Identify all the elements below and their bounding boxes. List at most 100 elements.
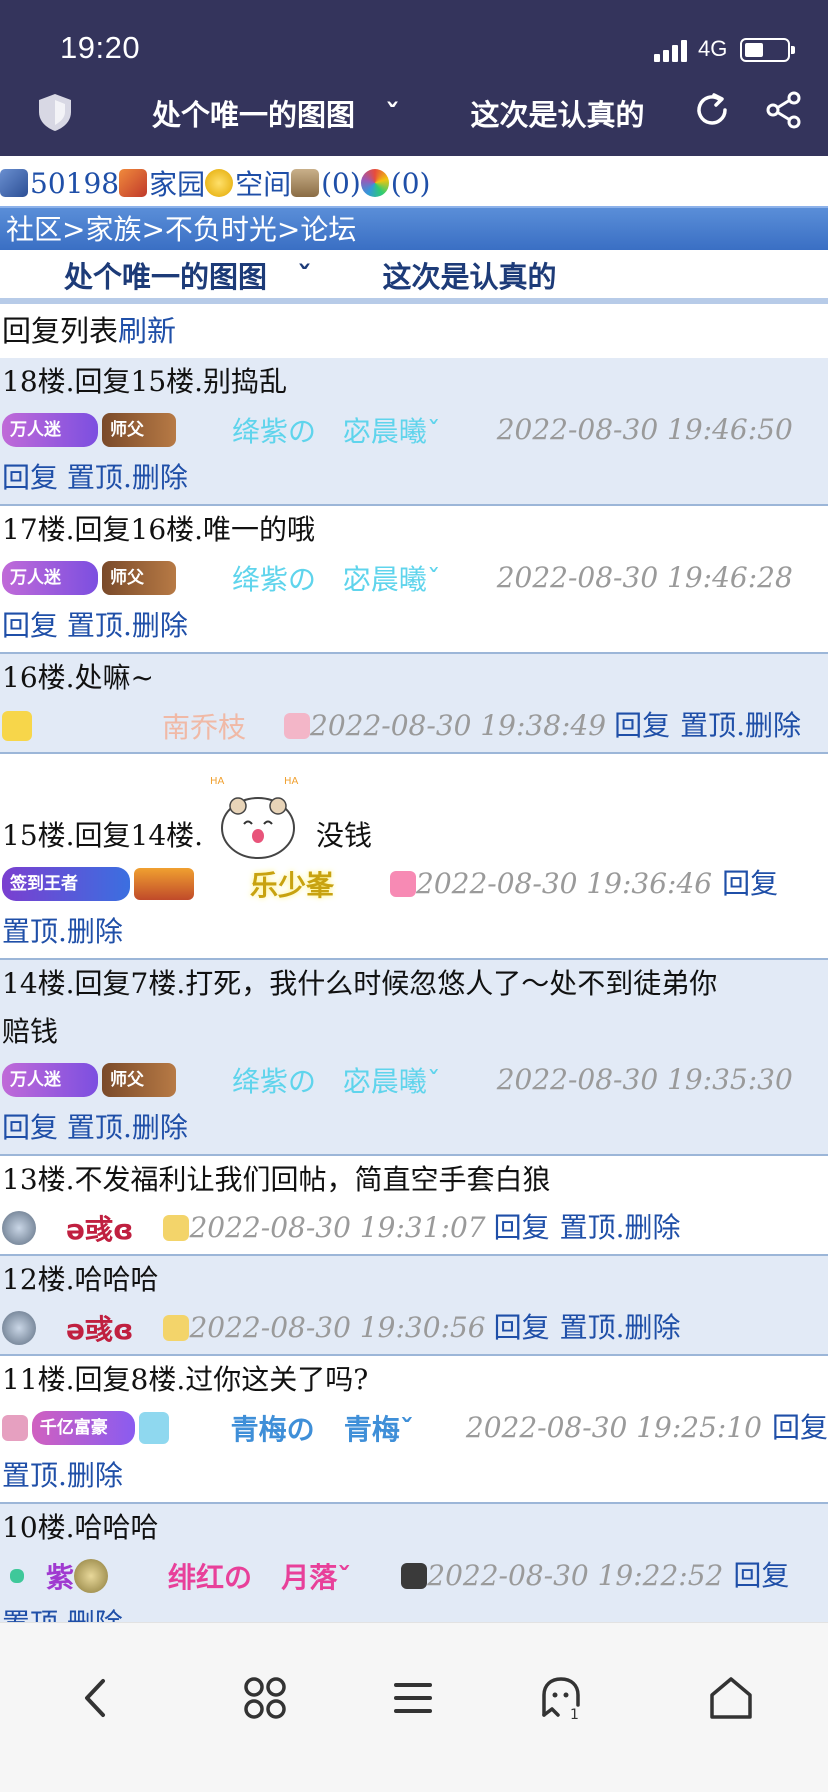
refresh-icon[interactable] xyxy=(692,90,732,130)
post-text: 11楼.回复8楼.过你这关了吗? xyxy=(2,1363,369,1396)
post-time: 2022-08-30 19:22:52 xyxy=(427,1559,724,1592)
breadcrumb[interactable]: 社区>家族>不负时光>论坛 xyxy=(0,206,828,250)
level-50-icon xyxy=(2,1211,36,1245)
post-time: 2022-08-30 19:31:07 xyxy=(189,1211,486,1244)
status-time: 19:20 xyxy=(60,30,141,65)
post-floor-12: 12楼.哈哈哈 ə彧ɞ 2022-08-30 19:30:56 回复 置顶. 删除 xyxy=(0,1256,828,1356)
reply-button[interactable]: 回复 xyxy=(2,1111,58,1144)
heart-sticker-icon xyxy=(390,871,417,897)
reply-button[interactable]: 回复 xyxy=(733,1552,789,1600)
svg-text:HA: HA xyxy=(284,776,299,787)
signal-icon xyxy=(654,40,688,62)
post-text-line2: 赔钱 xyxy=(2,1015,59,1048)
post-time: 2022-08-30 19:25:10 xyxy=(465,1411,762,1444)
username[interactable]: ə彧ɞ xyxy=(66,1308,133,1348)
post-floor-15: 15楼.回复14楼. HA HA 没钱 签到王者 乐少峯 2022-08-30 … xyxy=(0,754,828,960)
bank-link[interactable]: (0) xyxy=(321,167,361,200)
pin-button[interactable]: 置顶 xyxy=(67,1111,123,1144)
reply-button[interactable]: 回复 xyxy=(772,1404,828,1452)
delete-button[interactable]: 删除 xyxy=(132,609,188,642)
dog-sticker-icon xyxy=(163,1315,190,1341)
svg-text:1: 1 xyxy=(570,1707,579,1723)
username[interactable]: 绛紫の 宓晨曦ˇ xyxy=(232,410,441,450)
post-time: 2022-08-30 19:30:56 xyxy=(189,1311,486,1344)
badge-shifu: 师父 xyxy=(102,561,176,595)
laughing-cat-sticker-icon: HA HA xyxy=(210,776,299,859)
pin-button[interactable]: 置顶 xyxy=(2,915,58,948)
pin-button[interactable]: 置顶 xyxy=(67,461,123,494)
pinwheel-icon xyxy=(360,169,389,197)
pikachu-icon xyxy=(2,711,32,741)
post-floor-16: 16楼.处嘛~ 南乔枝 2022-08-30 19:38:49 回复 置顶. 删除 xyxy=(0,654,828,754)
username[interactable]: 绛紫の 宓晨曦ˇ xyxy=(232,558,441,598)
pin-button[interactable]: 置顶 xyxy=(2,1459,58,1492)
pin-button[interactable]: 置顶 xyxy=(680,702,736,750)
menu-icon[interactable] xyxy=(388,1673,438,1723)
reply-button[interactable]: 回复 xyxy=(614,702,670,750)
reply-button[interactable]: 回复 xyxy=(494,1304,550,1352)
username[interactable]: 绛紫の 宓晨曦ˇ xyxy=(232,1060,441,1100)
svg-text:HA: HA xyxy=(210,776,225,787)
share-icon[interactable] xyxy=(764,90,804,130)
reply-button[interactable]: 回复 xyxy=(722,860,778,908)
bank-icon xyxy=(291,169,320,197)
badge-wanren: 万人迷 xyxy=(2,413,98,447)
delete-button[interactable]: 删除 xyxy=(132,461,188,494)
space-link[interactable]: 空间 xyxy=(235,163,291,203)
post-floor-10: 10楼.哈哈哈 紫 绯红の 月落ˇ 2022-08-30 19:22:52 回复… xyxy=(0,1504,828,1622)
house-icon xyxy=(119,169,148,197)
reply-list-header: 回复列表刷新 xyxy=(0,304,828,358)
bottom-nav-bar: 1 xyxy=(0,1622,828,1792)
delete-button[interactable]: 删除 xyxy=(745,702,801,750)
page-content: 50198 家园 空间 (0) (0) 社区>家族>不负时光>论坛 处个唯一的图… xyxy=(0,156,828,1622)
reply-button[interactable]: 回复 xyxy=(494,1204,550,1252)
username[interactable]: 青梅の 青梅ˇ xyxy=(231,1408,414,1448)
post-text: 15楼.回复14楼. xyxy=(2,819,204,852)
dog-sticker-icon xyxy=(163,1215,190,1241)
post-floor-13: 13楼.不发福利让我们回帖，简直空手套白狼 ə彧ɞ 2022-08-30 19:… xyxy=(0,1156,828,1256)
username[interactable]: ə彧ɞ xyxy=(66,1208,133,1248)
username[interactable]: 南乔枝 xyxy=(162,706,246,746)
delete-button[interactable]: 删除 xyxy=(132,1111,188,1144)
username[interactable]: 乐少峯 xyxy=(250,864,334,904)
post-text: 17楼.回复16楼.唯一的哦 xyxy=(2,513,316,546)
delete-button[interactable]: 删除 xyxy=(67,1607,123,1622)
post-time: 2022-08-30 19:35:30 xyxy=(496,1063,793,1096)
delete-button[interactable]: 删除 xyxy=(67,915,123,948)
post-time: 2022-08-30 19:46:28 xyxy=(496,561,793,594)
post-floor-11: 11楼.回复8楼.过你这关了吗? 千亿富豪 青梅の 青梅ˇ 2022-08-30… xyxy=(0,1356,828,1504)
delete-button[interactable]: 删除 xyxy=(67,1459,123,1492)
pin-button[interactable]: 置顶 xyxy=(560,1204,616,1252)
level-50-icon xyxy=(2,1311,36,1345)
reply-button[interactable]: 回复 xyxy=(2,609,58,642)
castle-icon xyxy=(2,1415,28,1441)
pin-button[interactable]: 置顶 xyxy=(67,609,123,642)
level-40-icon xyxy=(74,1559,109,1593)
home-icon[interactable] xyxy=(706,1673,756,1723)
badge-wanren: 万人迷 xyxy=(2,561,98,595)
username[interactable]: 绯红の 月落ˇ xyxy=(168,1556,351,1596)
post-floor-17: 17楼.回复16楼.唯一的哦 万人迷 师父 绛紫の 宓晨曦ˇ 2022-08-3… xyxy=(0,506,828,654)
post-floor-14: 14楼.回复7楼.打死，我什么时候忽悠人了～处不到徒弟你 赔钱 万人迷 师父 绛… xyxy=(0,960,828,1156)
user-nav: 50198 家园 空间 (0) (0) xyxy=(0,156,828,206)
delete-button[interactable]: 删除 xyxy=(625,1204,681,1252)
badge-qiandao: 签到王者 xyxy=(2,867,130,901)
back-icon[interactable] xyxy=(71,1673,121,1723)
user-id-link[interactable]: 50198 xyxy=(30,167,119,200)
pin-button[interactable]: 置顶 xyxy=(2,1607,58,1622)
post-text-end: 没钱 xyxy=(316,819,373,852)
pin-button[interactable]: 置顶 xyxy=(560,1304,616,1352)
delete-button[interactable]: 删除 xyxy=(625,1304,681,1352)
apps-icon[interactable] xyxy=(240,1673,290,1723)
shield-icon[interactable] xyxy=(36,92,74,132)
assistant-icon[interactable]: 1 xyxy=(536,1673,586,1723)
post-text: 12楼.哈哈哈 xyxy=(2,1263,159,1296)
page-title: 处个唯一的图图 ˇ 这次是认真的 xyxy=(152,98,645,132)
reply-button[interactable]: 回复 xyxy=(2,461,58,494)
refresh-link[interactable]: 刷新 xyxy=(118,314,176,348)
battery-icon xyxy=(740,38,795,62)
lottery-link[interactable]: (0) xyxy=(391,167,431,200)
clover-icon xyxy=(10,1569,24,1583)
home-link[interactable]: 家园 xyxy=(149,163,205,203)
user-icon xyxy=(0,169,28,197)
